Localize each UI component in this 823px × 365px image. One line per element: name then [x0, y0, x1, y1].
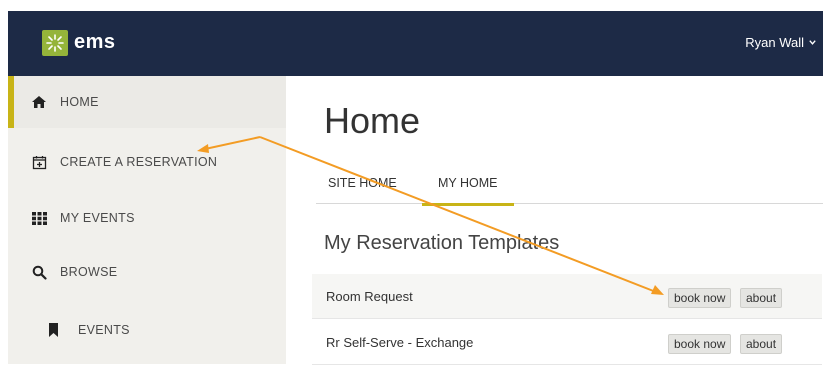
tab-site-home[interactable]: SITE HOME [328, 160, 397, 206]
bookmark-icon [44, 321, 62, 339]
template-name: Room Request [326, 288, 413, 304]
about-button[interactable]: about [740, 288, 783, 308]
search-icon [30, 263, 48, 281]
sidebar-item-label: HOME [60, 95, 99, 109]
chevron-down-icon [809, 40, 816, 45]
template-row: Room Request book now about [312, 274, 822, 319]
sidebar-item-label: CREATE A RESERVATION [60, 155, 218, 169]
user-name: Ryan Wall [745, 35, 804, 50]
ems-logo-mark-icon [42, 29, 68, 56]
sidebar-item-label: MY EVENTS [60, 211, 135, 225]
sidebar-item-label: BROWSE [60, 265, 118, 279]
template-name: Rr Self-Serve - Exchange [326, 334, 474, 350]
user-menu[interactable]: Ryan Wall [745, 35, 817, 50]
book-now-button[interactable]: book now [668, 288, 732, 308]
sidebar-item-label: EVENTS [78, 323, 130, 337]
sidebar: HOME CREATE A RESERVATION MY EVENTS BROW… [8, 76, 286, 364]
tab-label: MY HOME [438, 176, 498, 190]
template-row: Rr Self-Serve - Exchange book now about [312, 320, 822, 365]
tab-my-home[interactable]: MY HOME [422, 160, 514, 206]
sidebar-item-my-events[interactable]: MY EVENTS [8, 192, 286, 244]
top-navigation-bar: ems Ryan Wall [8, 11, 823, 76]
sidebar-item-events[interactable]: EVENTS [8, 304, 286, 356]
home-icon [30, 93, 48, 111]
sidebar-item-home[interactable]: HOME [8, 76, 286, 128]
main-content: Home SITE HOME MY HOME My Reservation Te… [286, 76, 823, 365]
sidebar-item-create-reservation[interactable]: CREATE A RESERVATION [8, 136, 286, 188]
calendar-plus-icon [30, 153, 48, 171]
page-title: Home [324, 100, 421, 141]
tab-bar: SITE HOME MY HOME [316, 160, 823, 206]
logo-text: ems [74, 31, 116, 53]
ems-logo[interactable]: ems [42, 26, 116, 59]
section-title: My Reservation Templates [324, 232, 560, 254]
sidebar-item-browse[interactable]: BROWSE [8, 246, 286, 298]
grid-icon [30, 209, 48, 227]
about-button[interactable]: about [740, 334, 783, 354]
book-now-button[interactable]: book now [668, 334, 732, 354]
